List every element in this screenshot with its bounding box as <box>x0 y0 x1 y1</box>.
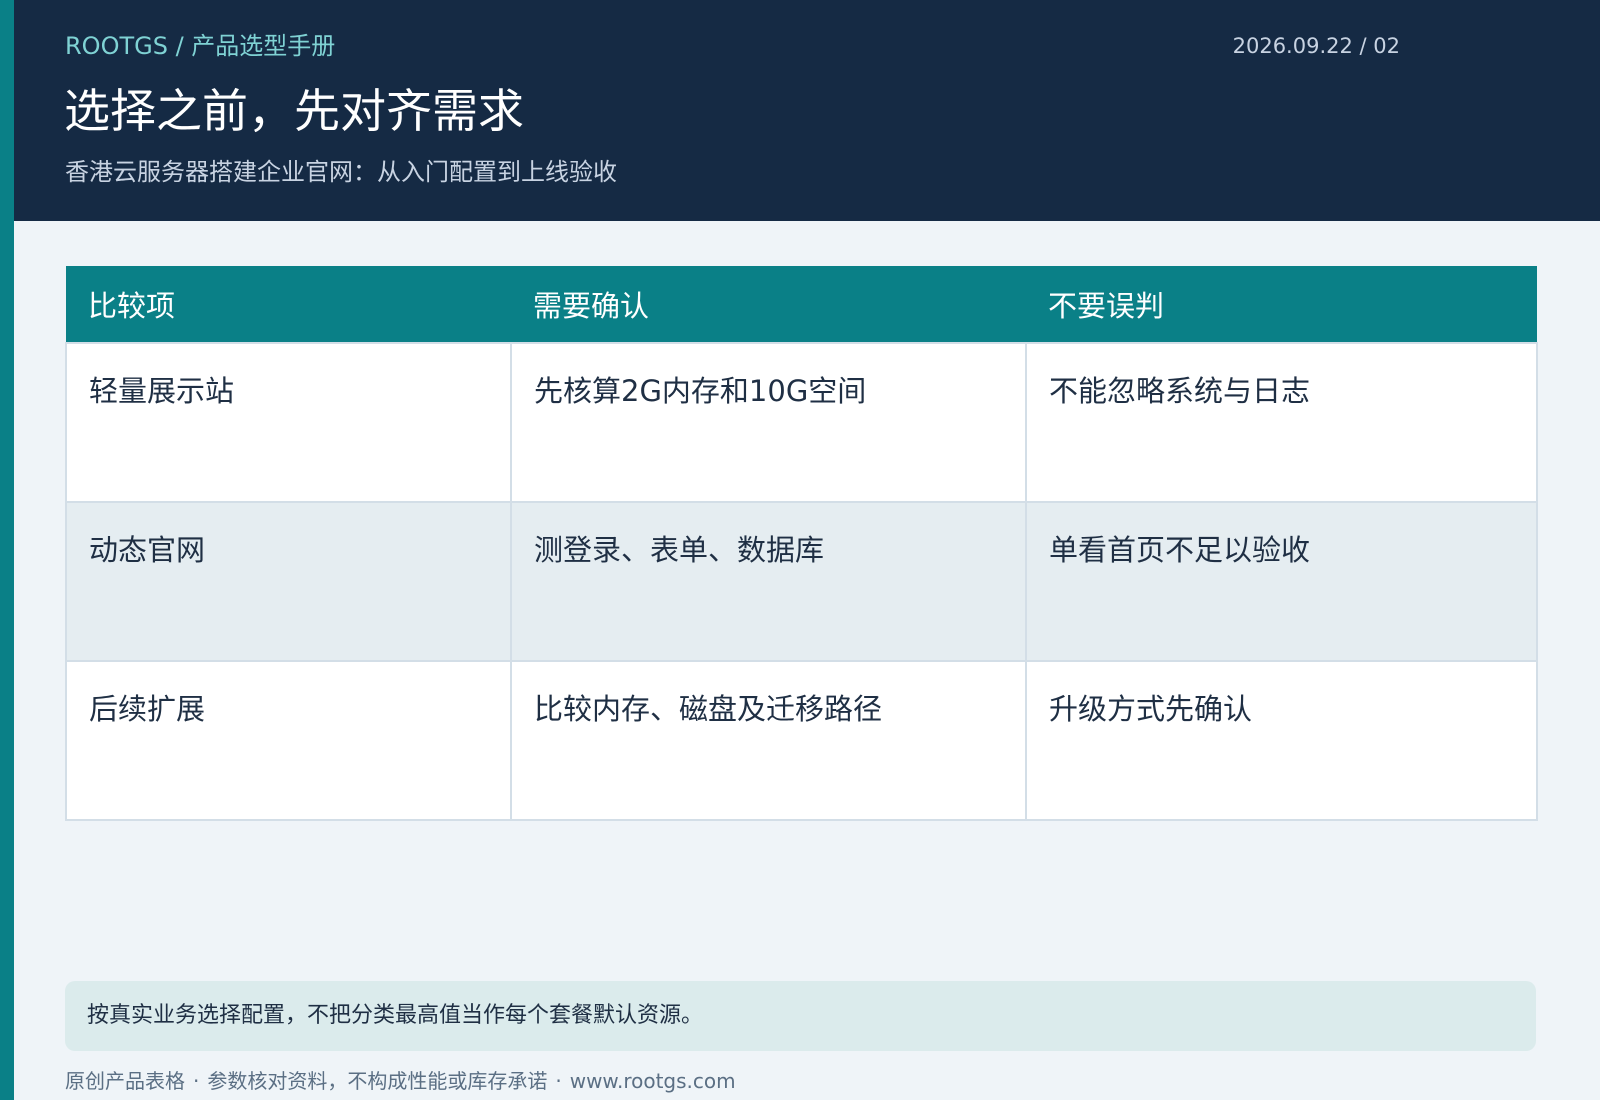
breadcrumb: ROOTGS / 产品选型手册 <box>65 32 336 60</box>
table-cell: 后续扩展 <box>65 660 512 821</box>
table-cell: 动态官网 <box>65 501 512 662</box>
table-cell: 测登录、表单、数据库 <box>510 501 1027 662</box>
footer-separator: · <box>555 1069 562 1093</box>
table-cell: 比较内存、磁盘及迁移路径 <box>510 660 1027 821</box>
table-header-row: 比较项 需要确认 不要误判 <box>66 266 1537 343</box>
footer-website-link[interactable]: www.rootgs.com <box>570 1069 736 1093</box>
left-accent-bar <box>0 0 14 1100</box>
table-cell: 升级方式先确认 <box>1025 660 1538 821</box>
table-cell: 不能忽略系统与日志 <box>1025 342 1538 503</box>
note-callout: 按真实业务选择配置，不把分类最高值当作每个套餐默认资源。 <box>65 981 1536 1051</box>
table-cell: 轻量展示站 <box>65 342 512 503</box>
table-row: 动态官网 测登录、表单、数据库 单看首页不足以验收 <box>65 501 1538 662</box>
page-subtitle: 香港云服务器搭建企业官网：从入门配置到上线验收 <box>65 158 617 186</box>
table-cell: 先核算2G内存和10G空间 <box>510 342 1027 503</box>
column-header-need-confirm: 需要确认 <box>511 266 1026 343</box>
comparison-table-container: 比较项 需要确认 不要误判 轻量展示站 先核算2G内存和10G空间 不能忽略系统… <box>65 266 1538 821</box>
footer-separator: · <box>193 1069 200 1093</box>
date-page-number: 2026.09.22 / 02 <box>1232 34 1400 58</box>
comparison-table: 比较项 需要确认 不要误判 轻量展示站 先核算2G内存和10G空间 不能忽略系统… <box>65 266 1538 821</box>
table-row: 轻量展示站 先核算2G内存和10G空间 不能忽略系统与日志 <box>65 342 1538 503</box>
footer-item-disclaimer: 参数核对资料，不构成性能或库存承诺 <box>207 1069 548 1093</box>
column-header-comparison-item: 比较项 <box>66 266 511 343</box>
footer-item-original-table: 原创产品表格 <box>65 1069 185 1093</box>
page-header: ROOTGS / 产品选型手册 2026.09.22 / 02 选择之前，先对齐… <box>14 0 1600 221</box>
page-title: 选择之前，先对齐需求 <box>64 84 524 138</box>
table-cell: 单看首页不足以验收 <box>1025 501 1538 662</box>
footer: 原创产品表格 · 参数核对资料，不构成性能或库存承诺 · www.rootgs.com <box>65 1066 736 1096</box>
column-header-do-not-misjudge: 不要误判 <box>1026 266 1537 343</box>
table-row: 后续扩展 比较内存、磁盘及迁移路径 升级方式先确认 <box>65 660 1538 821</box>
